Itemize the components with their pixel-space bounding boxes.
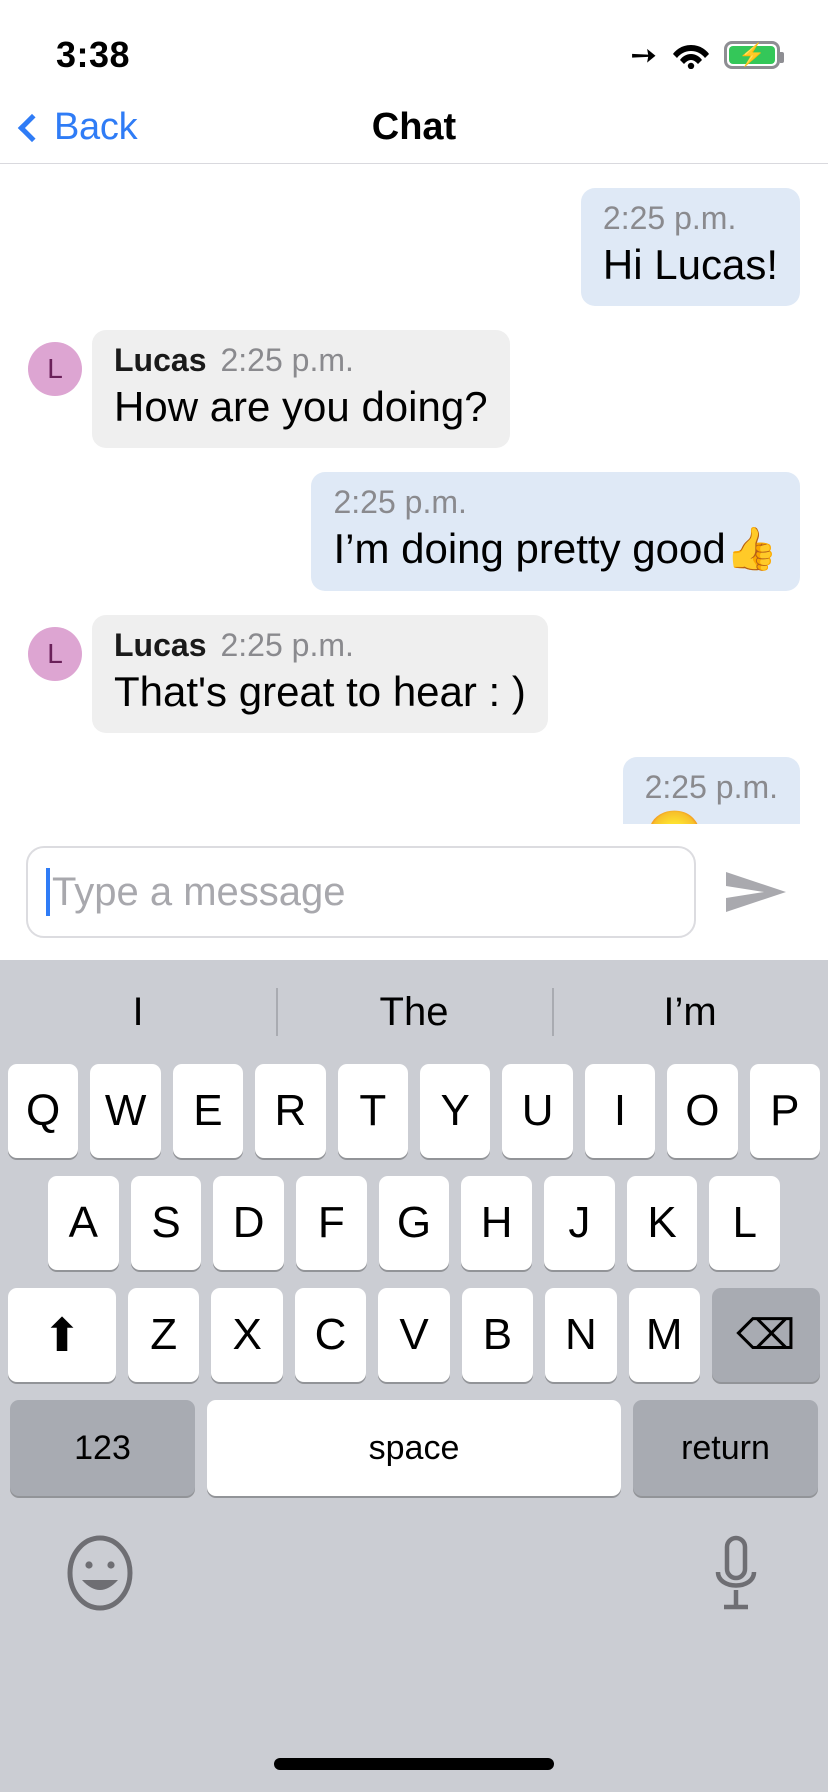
backspace-key[interactable]: ⌫ [711,1288,820,1382]
message-row: 2:25 p.m. Hi Lucas! [28,188,800,307]
key-j[interactable]: J [544,1176,615,1270]
return-key[interactable]: return [633,1400,818,1496]
message-input-placeholder: Type a message [52,869,346,914]
message-bubble[interactable]: 2:25 p.m. Hi Lucas! [580,188,800,307]
key-y[interactable]: Y [420,1064,491,1158]
suggestion-item[interactable]: I [0,990,276,1035]
avatar: L [28,626,82,681]
keyboard-row-4: 123 space return [0,1400,828,1496]
message-meta: 2:25 p.m. [333,484,778,521]
key-a[interactable]: A [47,1176,119,1270]
key-p[interactable]: P [749,1064,821,1158]
message-bubble[interactable]: 2:25 p.m. I’m doing pretty good👍 [311,472,800,591]
status-bar: 3:38 ➚ ⚡ [0,0,828,92]
key-u[interactable]: U [502,1064,573,1158]
key-h[interactable]: H [461,1176,533,1270]
message-text: That's great to hear : ) [114,667,526,715]
composer-bar: Type a message [0,824,828,960]
message-meta: 2:25 p.m. [603,200,778,237]
on-screen-keyboard: I The I’m Q W E R T Y U I O P A S D F G … [0,960,828,1792]
keyboard-bottom-bar [0,1496,828,1792]
suggestion-item[interactable]: The [276,990,552,1035]
avatar: L [28,342,82,397]
backspace-icon: ⌫ [736,1311,796,1358]
emoji-smiley-icon [67,1535,133,1611]
microphone-icon [715,1535,757,1610]
back-button[interactable]: Back [0,106,138,149]
message-time: 2:25 p.m. [333,484,467,521]
message-bubble[interactable]: 2:25 p.m. 😝 [622,756,800,824]
message-time: 2:25 p.m. [220,626,354,663]
status-time: 3:38 [56,34,131,75]
message-time: 2:25 p.m. [220,342,354,379]
key-o[interactable]: O [667,1064,738,1158]
message-time: 2:25 p.m. [602,200,737,236]
message-row: L Lucas 2:25 p.m. How are you doing? [28,330,800,449]
message-meta: Lucas 2:25 p.m. [114,627,526,664]
key-z[interactable]: Z [128,1288,200,1382]
message-text: I’m doing pretty good👍 [333,525,778,573]
suggestion-item[interactable]: I’m [552,990,828,1035]
key-q[interactable]: Q [7,1064,79,1158]
key-l[interactable]: L [709,1176,781,1270]
message-input[interactable]: Type a message [26,846,696,938]
message-bubble[interactable]: Lucas 2:25 p.m. How are you doing? [92,330,510,449]
message-meta: Lucas 2:25 p.m. [114,342,488,379]
shift-key[interactable]: ⬆ [8,1288,117,1382]
key-k[interactable]: K [626,1176,698,1270]
key-f[interactable]: F [296,1176,367,1270]
message-text: How are you doing? [114,383,488,431]
keyboard-row-1: Q W E R T Y U I O P [0,1064,828,1158]
message-row: 2:25 p.m. I’m doing pretty good👍 [28,472,800,591]
dictation-key[interactable] [708,1534,764,1619]
key-r[interactable]: R [255,1064,326,1158]
status-icons: ➚ ⚡ [622,33,784,77]
back-button-label: Back [54,106,138,148]
message-bubble[interactable]: Lucas 2:25 p.m. That's great to hear : ) [92,614,548,733]
key-b[interactable]: B [461,1288,534,1382]
key-d[interactable]: D [213,1176,284,1270]
numbers-key[interactable]: 123 [10,1400,195,1496]
space-key[interactable]: space [207,1400,621,1496]
airplane-mode-icon: ➚ [622,32,667,78]
key-g[interactable]: G [378,1176,450,1270]
phone-screen: 3:38 ➚ ⚡ Back Chat 2:25 p.m. Hi Lucas! L… [0,0,828,1792]
key-s[interactable]: S [130,1176,202,1270]
home-indicator [274,1758,554,1770]
key-n[interactable]: N [545,1288,617,1382]
key-m[interactable]: M [628,1288,700,1382]
message-meta: 2:25 p.m. [645,769,778,806]
key-e[interactable]: E [172,1064,244,1158]
key-v[interactable]: V [378,1288,450,1382]
chevron-left-icon [17,113,47,142]
keyboard-row-3: ⬆ Z X C V B N M ⌫ [0,1288,828,1382]
message-sender: Lucas [114,342,207,379]
key-c[interactable]: C [294,1288,367,1382]
keyboard-row-2: A S D F G H J K L [0,1176,828,1270]
text-cursor [46,868,50,916]
key-w[interactable]: W [90,1064,161,1158]
key-x[interactable]: X [211,1288,283,1382]
battery-charging-icon: ⚡ [724,41,784,69]
suggestion-bar: I The I’m [0,960,828,1064]
message-sender: Lucas [114,626,207,663]
message-row: L Lucas 2:25 p.m. That's great to hear :… [28,614,800,733]
message-row: 2:25 p.m. 😝 [28,756,800,824]
send-arrow-icon [726,872,786,912]
message-text: Hi Lucas! [602,241,778,288]
send-button[interactable] [712,866,802,918]
nav-bar: Back Chat [0,92,828,164]
emoji-key[interactable] [64,1534,136,1617]
key-i[interactable]: I [584,1064,656,1158]
wifi-icon [672,41,710,69]
shift-up-arrow-icon: ⬆ [42,1309,82,1361]
message-text: 😝 [645,808,778,824]
key-t[interactable]: T [337,1064,408,1158]
message-list[interactable]: Hi John 2:25 p.m. Hi Lucas! L Lucas 2:25… [0,164,828,824]
message-time: 2:25 p.m. [644,768,778,805]
